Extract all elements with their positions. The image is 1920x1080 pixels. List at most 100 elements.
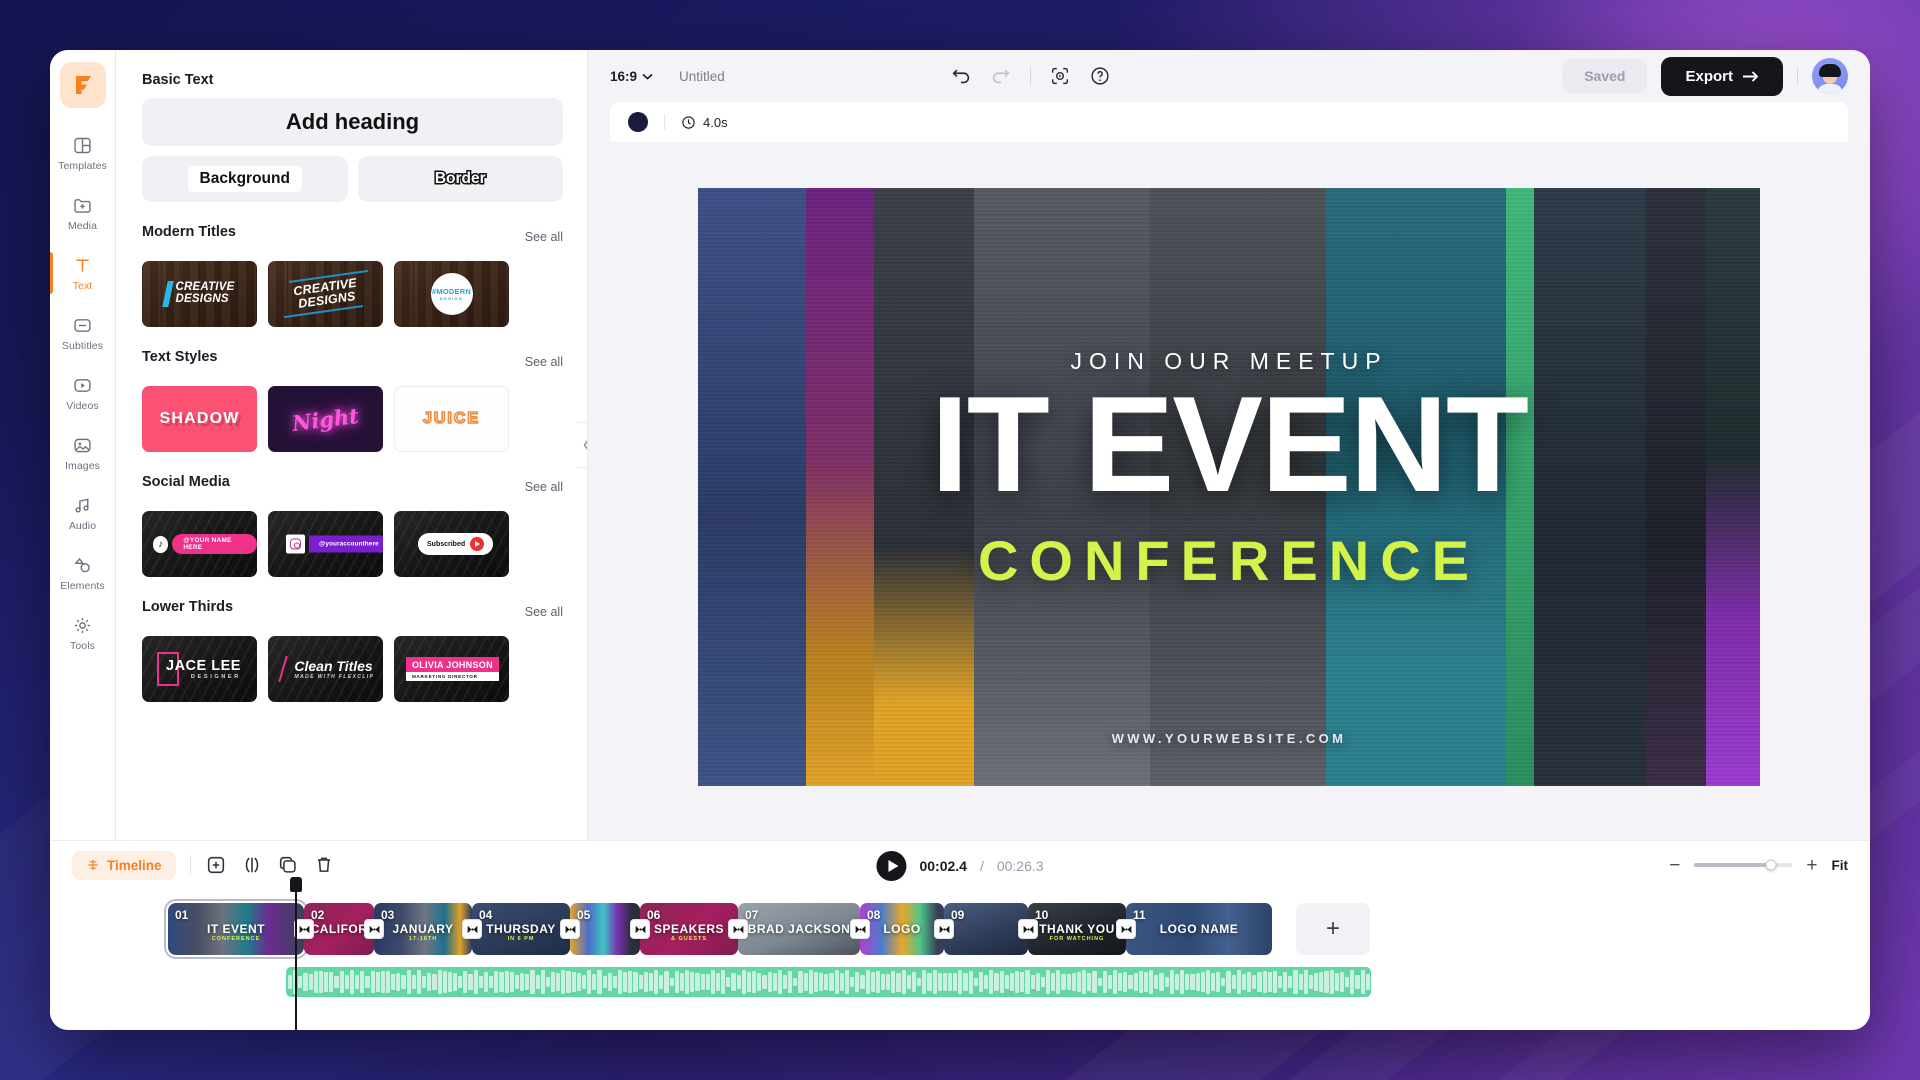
transition-marker[interactable] xyxy=(560,919,580,939)
timeline-clip[interactable]: 01 IT EVENT CONFERENCE xyxy=(164,899,308,959)
clip-sublabel: CONFERENCE xyxy=(211,936,261,943)
transition-marker[interactable] xyxy=(462,919,482,939)
see-all-lower-thirds[interactable]: See all xyxy=(525,605,563,619)
sidebar-item-label: Elements xyxy=(60,579,105,592)
timeline-clip[interactable]: 11 LOGO NAME xyxy=(1126,903,1272,955)
template-thumb-olivia-johnson[interactable]: OLIVIA JOHNSON MARKETING DIRECTOR xyxy=(394,636,509,702)
duplicate-icon[interactable] xyxy=(277,854,299,876)
aspect-ratio-selector[interactable]: 16:9 xyxy=(610,69,653,84)
canvas-url-text[interactable]: WWW.YOURWEBSITE.COM xyxy=(698,731,1760,746)
transition-marker[interactable] xyxy=(294,919,314,939)
canvas-title-text[interactable]: IT EVENT xyxy=(698,376,1760,512)
transition-marker[interactable] xyxy=(1116,919,1136,939)
current-time: 00:02.4 xyxy=(919,858,967,874)
undo-icon[interactable] xyxy=(950,65,972,87)
thumbnail-row-text-styles: SHADOW Night JUICE xyxy=(142,386,563,452)
audio-track[interactable] xyxy=(286,967,1371,997)
sidebar-item-templates[interactable]: Templates xyxy=(50,124,116,182)
scene-duration-control[interactable]: 4.0s xyxy=(681,115,728,130)
sidebar-item-media[interactable]: Media xyxy=(50,184,116,242)
sidebar-item-images[interactable]: Images xyxy=(50,424,116,482)
add-heading-button[interactable]: Add heading xyxy=(142,98,563,146)
template-thumb-creative-designs-slash[interactable]: CREATIVE DESIGNS xyxy=(142,261,257,327)
see-all-social-media[interactable]: See all xyxy=(525,480,563,494)
see-all-text-styles[interactable]: See all xyxy=(525,355,563,369)
template-thumb-clean-titles[interactable]: Clean Titles MADE WITH FLEXCLIP xyxy=(268,636,383,702)
sidebar-item-label: Text xyxy=(72,279,93,292)
timeline-clip[interactable]: 04 THURSDAY IN 6 PM xyxy=(472,903,570,955)
template-thumb-creative-designs-skew[interactable]: CREATIVE DESIGNS xyxy=(268,261,383,327)
sidebar-item-videos[interactable]: Videos xyxy=(50,364,116,422)
circle-badge: #MODERN DESIGN xyxy=(430,273,473,315)
sidebar-item-tools[interactable]: Tools xyxy=(50,604,116,662)
duration-value: 4.0s xyxy=(703,114,728,130)
transition-marker[interactable] xyxy=(630,919,650,939)
template-thumb-subscribed[interactable]: Subscribed xyxy=(394,511,509,577)
transition-marker[interactable] xyxy=(364,919,384,939)
toolbar-divider xyxy=(1796,67,1798,85)
transition-marker[interactable] xyxy=(728,919,748,939)
template-thumb-juice[interactable]: JUICE xyxy=(394,386,509,452)
zoom-out-icon[interactable]: − xyxy=(1669,856,1680,875)
text-library-panel: Basic Text Add heading Background Border… xyxy=(116,50,588,840)
flexclip-logo-icon[interactable] xyxy=(59,62,106,108)
thumb-role: DESIGNER xyxy=(190,674,241,680)
zoom-in-icon[interactable]: + xyxy=(1806,856,1817,875)
video-canvas[interactable]: JOIN OUR MEETUP IT EVENT CONFERENCE WWW.… xyxy=(698,188,1760,786)
background-color-swatch[interactable] xyxy=(628,112,648,132)
project-title-input[interactable]: Untitled xyxy=(679,69,725,84)
template-thumb-tiktok[interactable]: ♪ @YOUR NAME HERE xyxy=(142,511,257,577)
section-header-modern-titles: Modern Titles See all xyxy=(142,224,563,250)
auto-frame-icon[interactable] xyxy=(1049,65,1071,87)
youtube-icon xyxy=(470,537,485,551)
sidebar-item-audio[interactable]: Audio xyxy=(50,484,116,542)
add-media-icon[interactable] xyxy=(205,854,227,876)
template-thumb-shadow[interactable]: SHADOW xyxy=(142,386,257,452)
basic-text-row: Background Border xyxy=(142,156,563,202)
thumb-label: @youraccounthere xyxy=(309,535,383,553)
arrow-right-icon xyxy=(1742,70,1759,82)
timeline-clip[interactable]: 10 THANK YOU FOR WATCHING xyxy=(1028,903,1126,955)
timeline-clip[interactable]: 03 JANUARY 17-18TH xyxy=(374,903,472,955)
sidebar-item-label: Tools xyxy=(69,639,95,652)
template-thumb-night[interactable]: Night xyxy=(268,386,383,452)
user-avatar[interactable] xyxy=(1811,58,1848,94)
fit-button[interactable]: Fit xyxy=(1832,858,1849,873)
timeline-clip[interactable]: 09 xyxy=(944,903,1028,955)
template-thumb-jace-lee[interactable]: JACE LEE DESIGNER xyxy=(142,636,257,702)
timeline-clip[interactable]: 06 SPEAKERS & GUESTS xyxy=(640,903,738,955)
redo-icon[interactable] xyxy=(990,65,1012,87)
border-text-button[interactable]: Border xyxy=(357,156,563,202)
template-thumb-modern-design[interactable]: #MODERN DESIGN xyxy=(394,261,509,327)
editor-area: 16:9 Untitled Saved Export 4.0s JOIN OUR… xyxy=(588,50,1870,840)
add-clip-button[interactable]: + xyxy=(1296,903,1370,955)
transition-marker[interactable] xyxy=(850,919,870,939)
timeline-tab[interactable]: Timeline xyxy=(72,850,176,880)
aspect-ratio-value: 16:9 xyxy=(610,68,638,84)
transition-marker[interactable] xyxy=(1018,919,1038,939)
timeline-clip[interactable]: 08 LOGO xyxy=(860,903,944,955)
export-button[interactable]: Export xyxy=(1661,56,1783,96)
thumb-name: OLIVIA JOHNSON xyxy=(406,657,499,672)
sidebar-item-subtitles[interactable]: Subtitles xyxy=(50,304,116,362)
zoom-slider-knob[interactable] xyxy=(1765,859,1777,871)
section-title: Social Media xyxy=(142,474,230,490)
template-thumb-instagram[interactable]: @youraccounthere xyxy=(268,511,383,577)
background-text-button[interactable]: Background xyxy=(142,156,348,202)
timeline-clip[interactable]: 07 BRAD JACKSON xyxy=(738,903,860,955)
trash-icon[interactable] xyxy=(313,854,335,876)
help-circle-icon[interactable] xyxy=(1089,65,1111,87)
collapse-panel-handle[interactable] xyxy=(577,422,587,468)
sidebar-item-elements[interactable]: Elements xyxy=(50,544,116,602)
sidebar-item-label: Images xyxy=(64,459,101,472)
sidebar-item-text[interactable]: Text xyxy=(50,244,116,302)
see-all-modern-titles[interactable]: See all xyxy=(525,230,563,244)
split-icon[interactable] xyxy=(241,854,263,876)
canvas-subtitle-text[interactable]: CONFERENCE xyxy=(698,528,1760,593)
clip-label: LOGO NAME xyxy=(1159,922,1239,936)
timeline-track-area: 01 IT EVENT CONFERENCE 02 CALIFOR 03 JANUARY 17… xyxy=(50,877,1870,1030)
play-button[interactable] xyxy=(876,851,907,881)
playhead[interactable] xyxy=(290,877,302,1030)
transition-marker[interactable] xyxy=(934,919,954,939)
zoom-slider[interactable] xyxy=(1694,859,1793,871)
